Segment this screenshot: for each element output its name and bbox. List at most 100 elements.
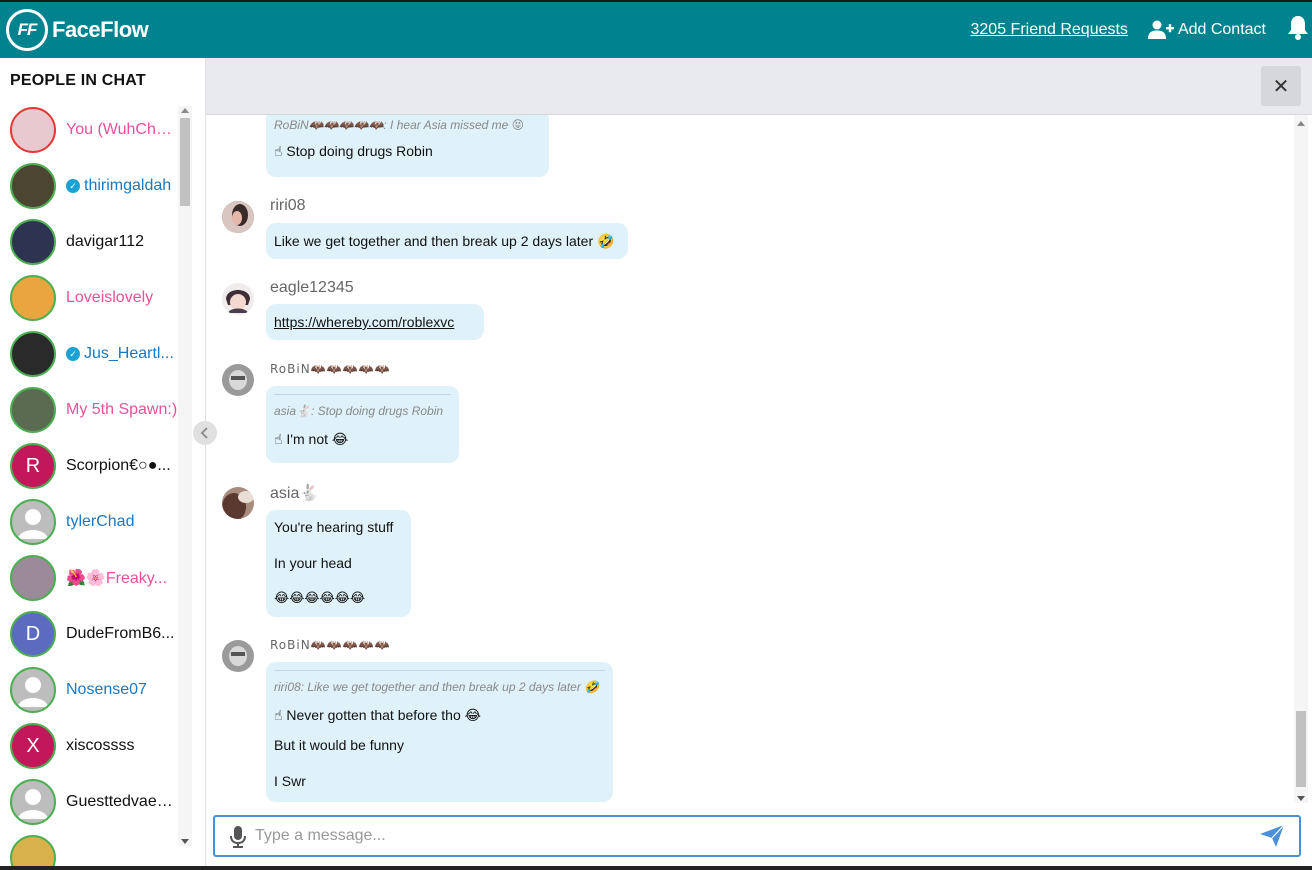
message-input[interactable] (255, 819, 1245, 853)
sidebar-person[interactable]: R Scorpion€○●... (10, 442, 190, 490)
person-name: ✓ thirimgaldah (66, 177, 171, 195)
logo-mark: FF (6, 9, 48, 51)
top-header: FF FaceFlow 3205 Friend Requests Add Con… (0, 0, 1312, 58)
avatar[interactable] (222, 640, 254, 672)
scroll-up-icon[interactable] (1297, 121, 1305, 126)
header-actions: 3205 Friend Requests Add Contact (971, 2, 1312, 58)
sidebar-person[interactable]: davigar112 (10, 218, 190, 266)
sidebar-person[interactable]: Xxiscossss (10, 722, 190, 770)
person-name: Guesttedvaeb... (66, 793, 178, 811)
avatar[interactable] (10, 667, 56, 713)
person-name-text: 🌺🌸Freaky... (66, 570, 167, 587)
avatar[interactable] (10, 163, 56, 209)
chat-scrollbar[interactable] (1294, 115, 1308, 803)
person-name: davigar112 (66, 233, 144, 251)
person-name: xiscossss (66, 737, 134, 755)
sidebar-scrollbar[interactable] (178, 106, 192, 846)
sidebar-person[interactable] (10, 834, 190, 866)
taskbar-strip (0, 866, 1312, 870)
scroll-down-icon[interactable] (1297, 796, 1305, 801)
avatar[interactable] (10, 835, 56, 866)
person-name: You (WuhChu... (66, 121, 178, 139)
microphone-icon[interactable] (229, 825, 247, 854)
sidebar-person[interactable]: My 5th Spawn:) (10, 386, 190, 434)
message-link[interactable]: https://whereby.com/roblexvc (274, 313, 476, 331)
avatar[interactable] (10, 219, 56, 265)
app-name: FaceFlow (52, 17, 149, 42)
notifications-bell-icon[interactable] (1286, 15, 1310, 46)
sidebar-person[interactable]: You (WuhChu... (10, 106, 190, 154)
message-bubble: RoBiN🦇🦇🦇🦇🦇: I hear Asia missed me 😝 ☝ St… (266, 115, 549, 177)
avatar[interactable] (10, 555, 56, 601)
avatar[interactable] (222, 487, 254, 519)
sidebar-person[interactable]: ✓ thirimgaldah (10, 162, 190, 210)
message-text: ☝ Never gotten that before tho 😂 (274, 707, 481, 723)
message-text: But it would be funny (274, 737, 404, 753)
avatar[interactable]: D (10, 611, 56, 657)
sidebar-person[interactable]: Guesttedvaeb... (10, 778, 190, 826)
scroll-down-icon[interactable] (181, 839, 189, 844)
sidebar-person[interactable]: ✓ Jus_Heartl... (10, 330, 190, 378)
sidebar-person[interactable]: D DudeFromB6... (10, 610, 190, 658)
sidebar-person[interactable]: Nosense07 (10, 666, 190, 714)
add-contact-label: Add Contact (1177, 21, 1266, 38)
message-username[interactable]: RoBiN🦇🦇🦇🦇🦇 (270, 636, 390, 654)
message-text: In your head (274, 555, 352, 571)
avatar[interactable] (10, 779, 56, 825)
sidebar-person[interactable]: Loveislovely (10, 274, 190, 322)
avatar[interactable] (10, 331, 56, 377)
reply-quote: RoBiN🦇🦇🦇🦇🦇: I hear Asia missed me 😝 (274, 115, 541, 132)
message-text: You're hearing stuff (274, 519, 394, 535)
avatar[interactable] (222, 201, 254, 233)
add-user-icon (1147, 20, 1174, 39)
message-username[interactable]: RoBiN🦇🦇🦇🦇🦇 (270, 360, 390, 378)
person-name-text: You (WuhChu... (66, 121, 178, 138)
avatar[interactable] (222, 364, 254, 396)
collapse-sidebar-button[interactable] (193, 421, 217, 445)
sidebar-person[interactable]: 🌺🌸Freaky... (10, 554, 190, 602)
message-username[interactable]: riri08 (270, 197, 306, 215)
sidebar-title: PEOPLE IN CHAT (10, 72, 146, 89)
message-composer (213, 815, 1301, 857)
verified-check-icon: ✓ (66, 347, 80, 361)
person-name-text: thirimgaldah (84, 177, 172, 194)
avatar[interactable]: R (10, 443, 56, 489)
message-bubble: asia🐇: Stop doing drugs Robin ☝ I'm not … (266, 386, 459, 463)
chat-scroll-thumb[interactable] (1296, 711, 1306, 787)
sidebar-scroll-thumb[interactable] (180, 118, 190, 206)
avatar[interactable] (10, 499, 56, 545)
reply-quote: asia🐇: Stop doing drugs Robin (274, 394, 451, 418)
person-name-text: davigar112 (66, 233, 144, 250)
app-logo[interactable]: FF FaceFlow (6, 9, 149, 51)
close-icon: ✕ (1272, 75, 1290, 98)
person-name-text: tylerChad (66, 513, 135, 530)
person-name-text: Guesttedvaeb... (66, 793, 178, 810)
avatar-initial: R (25, 454, 41, 477)
avatar[interactable] (10, 387, 56, 433)
friend-requests-link[interactable]: 3205 Friend Requests (971, 21, 1128, 39)
person-name: ✓ Jus_Heartl... (66, 345, 174, 363)
person-name: tylerChad (66, 513, 134, 531)
person-name-text: Loveislovely (66, 289, 154, 306)
close-chat-button[interactable]: ✕ (1261, 66, 1301, 106)
avatar[interactable] (222, 283, 254, 315)
message-username[interactable]: eagle12345 (270, 279, 354, 297)
people-list[interactable]: You (WuhChu... ✓ thirimgaldah davigar112 Lov… (0, 106, 192, 866)
avatar[interactable] (10, 107, 56, 153)
sidebar-person[interactable]: tylerChad (10, 498, 190, 546)
reply-quote: riri08: Like we get together and then br… (274, 670, 605, 694)
chat-messages: RoBiN🦇🦇🦇🦇🦇: I hear Asia missed me 😝 ☝ St… (206, 115, 1312, 809)
person-name-text: Jus_Heartl... (84, 345, 174, 362)
add-contact-button[interactable]: Add Contact (1147, 20, 1266, 40)
send-icon[interactable] (1259, 824, 1285, 853)
message-text: Like we get together and then break up 2… (274, 233, 615, 249)
scroll-up-icon[interactable] (181, 108, 189, 113)
message-text: ☝ Stop doing drugs Robin (274, 143, 433, 159)
person-name-text: Scorpion€○●... (66, 457, 171, 474)
person-name-text: DudeFromB6... (66, 625, 175, 642)
person-name: My 5th Spawn:) (66, 401, 177, 419)
message-username[interactable]: asia🐇 (270, 483, 319, 503)
avatar[interactable]: X (10, 723, 56, 769)
chat-topbar: ✕ (206, 58, 1312, 115)
avatar[interactable] (10, 275, 56, 321)
